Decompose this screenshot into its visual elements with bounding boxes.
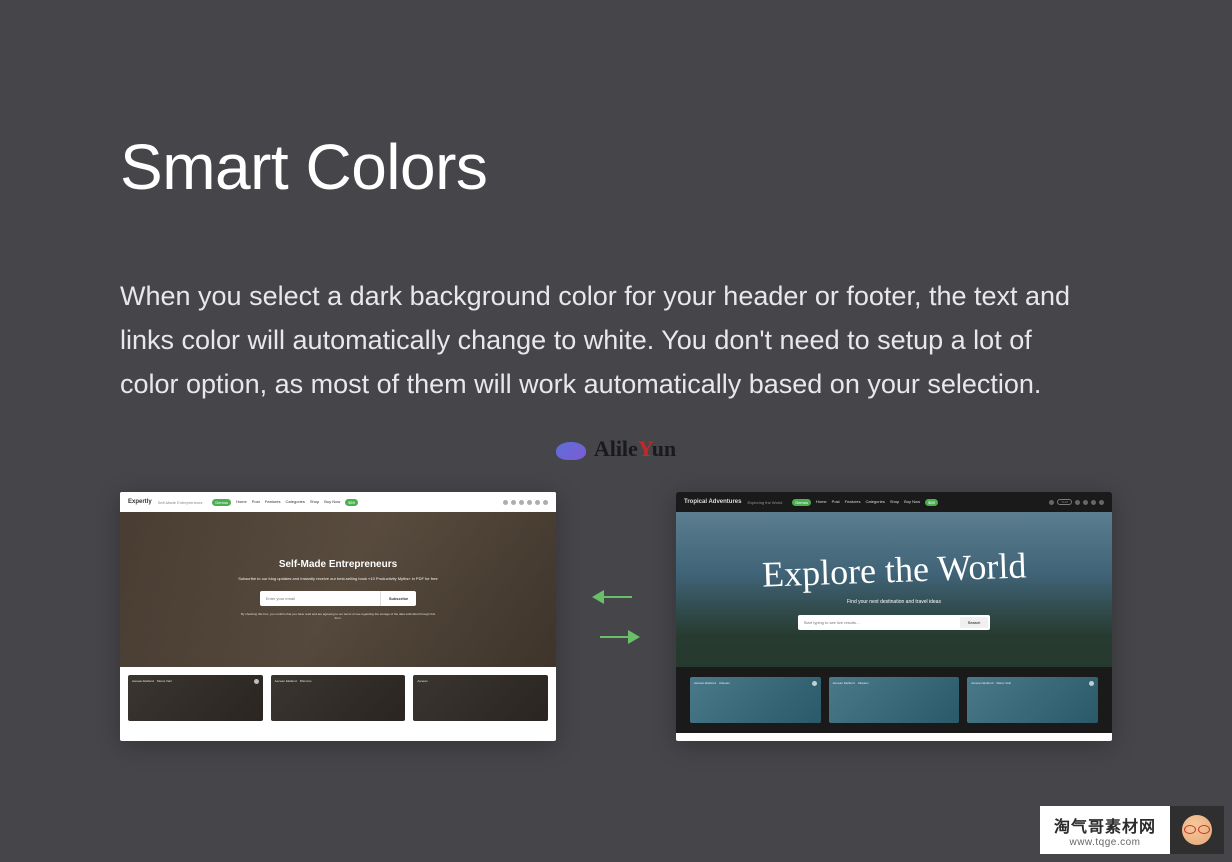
pinterest-icon [527,500,532,505]
demo-right-logo: Tropical Adventures [684,499,741,505]
facebook-icon [503,500,508,505]
page-title: Smart Colors [120,130,1112,204]
corner-badge-avatar [1170,806,1224,854]
demo-right-tagline: Exploring the World [747,500,782,505]
corner-badge-url: www.tqge.com [1069,837,1140,848]
instagram-icon [519,500,524,505]
demo-dark-nav: Tropical Adventures Exploring the World … [676,492,1112,512]
watermark: AlileYun [120,436,1112,462]
demo-right-menu: Demos Home Post Features Categories Shop… [792,499,1043,506]
terms-text: By checking this box, you confirm that y… [238,612,438,620]
instagram-icon [1083,500,1088,505]
demo-left-cards: Aenean EleifendMetus Velit Aenean Eleife… [120,667,556,729]
demo-right-hero-title: Explore the World [761,544,1027,595]
arrow-right-icon [592,627,640,647]
bookmark-icon [254,679,259,684]
corner-badge: 淘气哥素材网 www.tqge.com [1040,806,1224,854]
follower-count: 7125 [1057,499,1072,505]
twitter-icon [1075,500,1080,505]
demo-left-tagline: Self-Made Entrepreneurs [158,500,203,505]
twitter-icon [511,500,516,505]
demo-left-hero: Self-Made Entrepreneurs Subscribe to our… [120,512,556,667]
glasses-icon [1184,825,1210,834]
card: Aenean EleifendMetus Velit [128,675,263,721]
card: Aenean EleifendAliquam [690,677,821,723]
demo-left-logo: Expertly [128,499,152,505]
demo-right-hero-sub: Find your next destination and travel id… [847,599,941,605]
demo-right-hero: Explore the World Find your next destina… [676,512,1112,667]
demo-left-hero-sub: Subscribe to our blog updates and instan… [238,576,437,582]
email-input[interactable] [260,591,380,606]
corner-badge-title: 淘气哥素材网 [1054,813,1156,837]
demo-light: Expertly Self-Made Entrepreneurs Demos H… [120,492,556,741]
search-input[interactable] [800,617,960,628]
card: Aenean [413,675,548,721]
facebook-icon [1049,500,1054,505]
demo-left-menu: Demos Home Post Features Categories Shop… [212,499,497,506]
demo-light-nav: Expertly Self-Made Entrepreneurs Demos H… [120,492,556,512]
description-text: When you select a dark background color … [120,274,1080,406]
card: Aenean EleifendRhoncus [271,675,406,721]
cloud-icon [556,438,586,460]
search-icon [1099,500,1104,505]
demo-right-social: 7125 [1049,499,1104,505]
card: Aenean EleifendMetus Velit [967,677,1098,723]
demo-left-social [503,500,548,505]
demo-left-hero-title: Self-Made Entrepreneurs [279,559,397,570]
cart-icon [1091,500,1096,505]
play-icon [1089,681,1094,686]
watermark-text: AlileYun [594,436,676,462]
search-icon [543,500,548,505]
cart-icon [535,500,540,505]
comparison-arrows [556,587,676,647]
card: Aenean EleifendAliquam [829,677,960,723]
demo-right-cards: Aenean EleifendAliquam Aenean EleifendAl… [676,667,1112,733]
bookmark-icon [812,681,817,686]
arrow-left-icon [592,587,640,607]
search-button[interactable]: Search [960,617,989,628]
demo-comparison: Expertly Self-Made Entrepreneurs Demos H… [120,492,1112,741]
demo-dark: Tropical Adventures Exploring the World … [676,492,1112,741]
subscribe-button[interactable]: Subscribe [380,591,416,606]
